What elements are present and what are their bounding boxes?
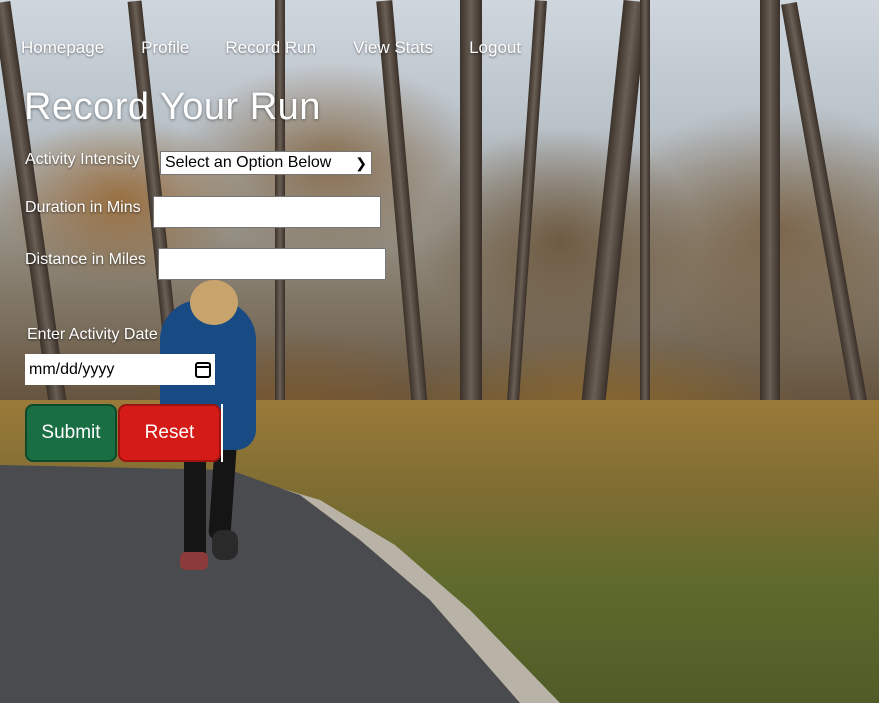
chevron-down-icon: ❯	[355, 154, 367, 171]
nav-view-stats[interactable]: View Stats	[353, 38, 433, 58]
text-cursor	[221, 404, 223, 462]
nav-homepage[interactable]: Homepage	[21, 38, 104, 58]
intensity-label: Activity Intensity	[25, 151, 140, 168]
top-nav: Homepage Profile Record Run View Stats L…	[21, 38, 521, 58]
date-input[interactable]: mm/dd/yyyy	[25, 354, 215, 385]
intensity-select[interactable]: Select an Option Below ❯	[160, 151, 372, 175]
nav-logout[interactable]: Logout	[469, 38, 521, 58]
calendar-icon[interactable]	[195, 361, 211, 378]
date-label: Enter Activity Date	[27, 326, 158, 343]
duration-input[interactable]	[153, 196, 381, 228]
nav-record-run[interactable]: Record Run	[225, 38, 316, 58]
reset-button[interactable]: Reset	[118, 404, 221, 462]
page-title: Record Your Run	[24, 86, 321, 128]
distance-input[interactable]	[158, 248, 386, 280]
submit-button[interactable]: Submit	[25, 404, 117, 462]
nav-profile[interactable]: Profile	[141, 38, 189, 58]
duration-label: Duration in Mins	[25, 199, 141, 216]
intensity-select-value: Select an Option Below	[165, 154, 332, 171]
date-placeholder: mm/dd/yyyy	[29, 360, 115, 378]
distance-label: Distance in Miles	[25, 251, 146, 268]
